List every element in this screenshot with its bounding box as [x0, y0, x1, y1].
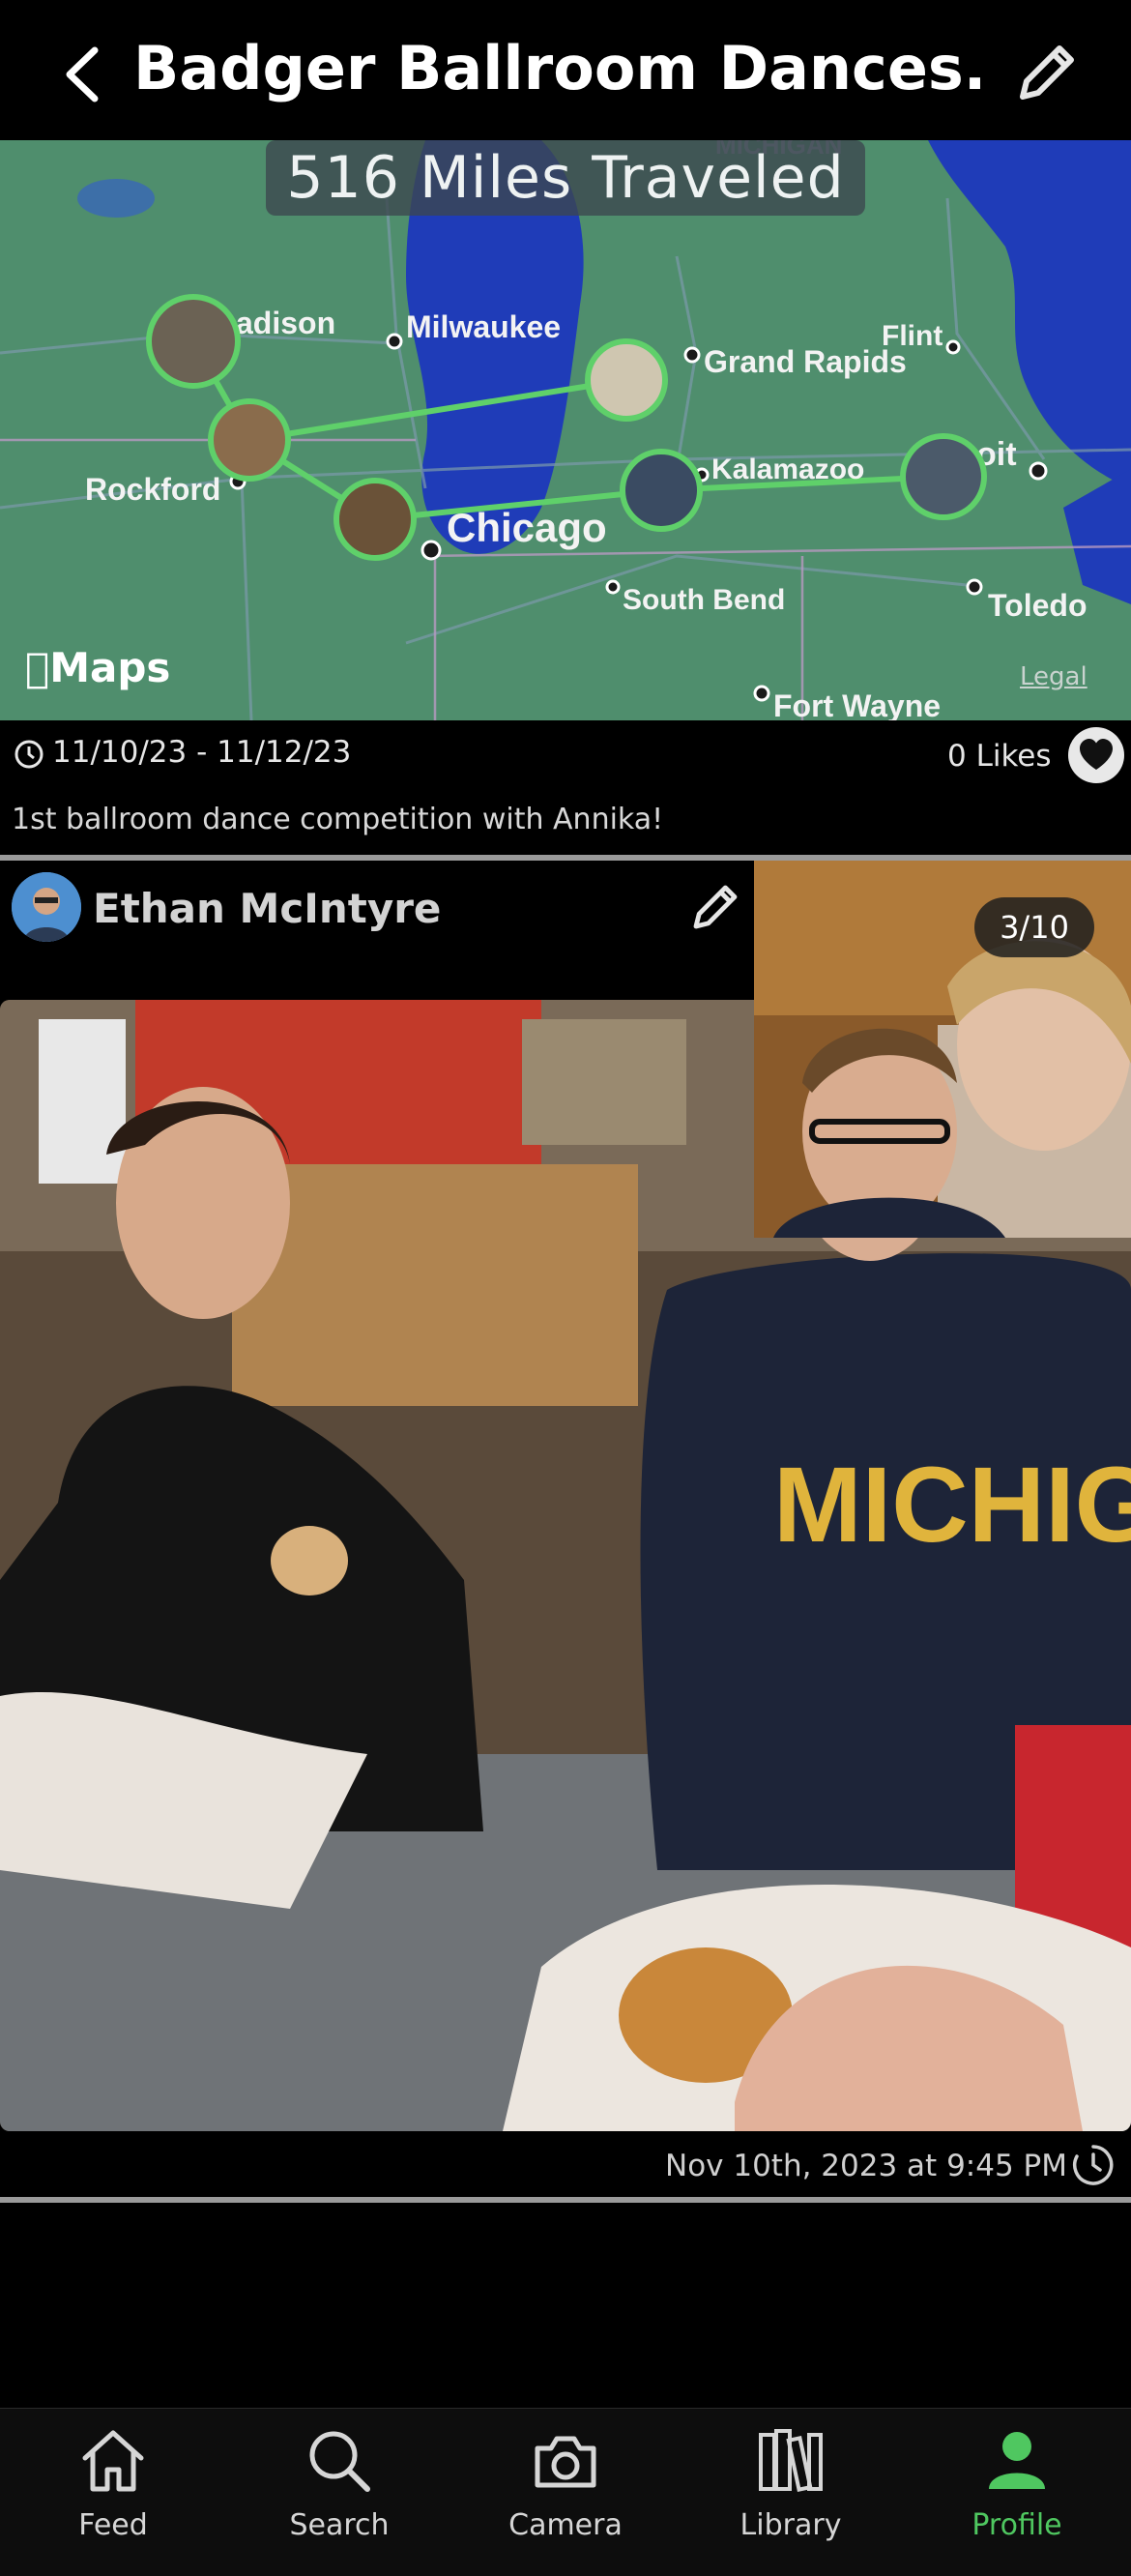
post-author[interactable]: Ethan McIntyre	[93, 880, 441, 938]
house-icon	[82, 2430, 144, 2492]
likes-count: 0 Likes	[947, 739, 1052, 774]
svg-text:MICHIGA: MICHIGA	[773, 1446, 1131, 1565]
photo-counter: 3/10	[974, 897, 1094, 957]
books-icon	[759, 2429, 823, 2493]
person-icon	[989, 2432, 1045, 2489]
tab-search-label: Search	[289, 2508, 390, 2542]
magnifier-icon	[309, 2431, 370, 2492]
pencil-icon	[693, 885, 738, 929]
page-title: Badger Ballroom Dances...	[133, 33, 984, 103]
trip-dates: 11/10/23 - 11/12/23	[14, 733, 351, 772]
back-button[interactable]	[60, 43, 102, 106]
trip-description: 1st ballroom dance competition with Anni…	[12, 803, 664, 836]
trip-dates-text: 11/10/23 - 11/12/23	[52, 735, 352, 770]
tab-search[interactable]: Search	[243, 2425, 436, 2561]
camera-icon	[535, 2436, 596, 2488]
miles-traveled-label: 516 Miles Traveled	[266, 140, 865, 216]
svg-text:Milwaukee: Milwaukee	[406, 309, 561, 344]
avatar-image	[12, 872, 81, 942]
section-divider	[0, 2197, 1131, 2203]
tab-feed[interactable]: Feed	[16, 2425, 210, 2561]
svg-text:adison: adison	[236, 306, 335, 340]
svg-text:Toledo: Toledo	[988, 588, 1088, 623]
tab-feed-label: Feed	[78, 2508, 148, 2542]
avatar[interactable]	[12, 872, 81, 942]
post-timestamp: Nov 10th, 2023 at 9:45 PM	[665, 2149, 1067, 2183]
chevron-left-icon	[66, 46, 99, 102]
like-button[interactable]	[1068, 727, 1124, 783]
tab-camera-label: Camera	[508, 2508, 623, 2542]
svg-text:Fort Wayne: Fort Wayne	[773, 688, 941, 720]
clock-icon	[14, 740, 44, 768]
legal-link[interactable]: Legal	[1020, 662, 1088, 691]
map-canvas: adison Milwaukee Flint Grand Rapids Rock…	[0, 140, 1131, 720]
svg-text:South Bend: South Bend	[623, 584, 785, 616]
svg-text:Kalamazoo: Kalamazoo	[711, 454, 864, 485]
apple-logo-icon: 	[25, 644, 49, 691]
svg-text:Chicago: Chicago	[447, 505, 607, 550]
svg-text:Grand Rapids: Grand Rapids	[704, 344, 907, 379]
svg-text:Rockford: Rockford	[85, 472, 220, 507]
edit-trip-button[interactable]	[1013, 39, 1081, 106]
tab-profile-label: Profile	[972, 2508, 1062, 2542]
maps-provider-label: Maps	[25, 644, 170, 691]
tab-library-label: Library	[740, 2508, 842, 2542]
pencil-icon	[1020, 45, 1074, 100]
clock-icon	[1071, 2143, 1116, 2187]
tab-profile[interactable]: Profile	[920, 2425, 1114, 2561]
tab-camera[interactable]: Camera	[469, 2425, 662, 2561]
inland-lake	[77, 179, 155, 218]
tab-library[interactable]: Library	[694, 2425, 887, 2561]
edit-post-button[interactable]	[688, 880, 742, 934]
maps-attribution: Maps	[25, 644, 170, 691]
heart-icon	[1080, 739, 1113, 770]
trip-map[interactable]: adison Milwaukee Flint Grand Rapids Rock…	[0, 140, 1131, 720]
